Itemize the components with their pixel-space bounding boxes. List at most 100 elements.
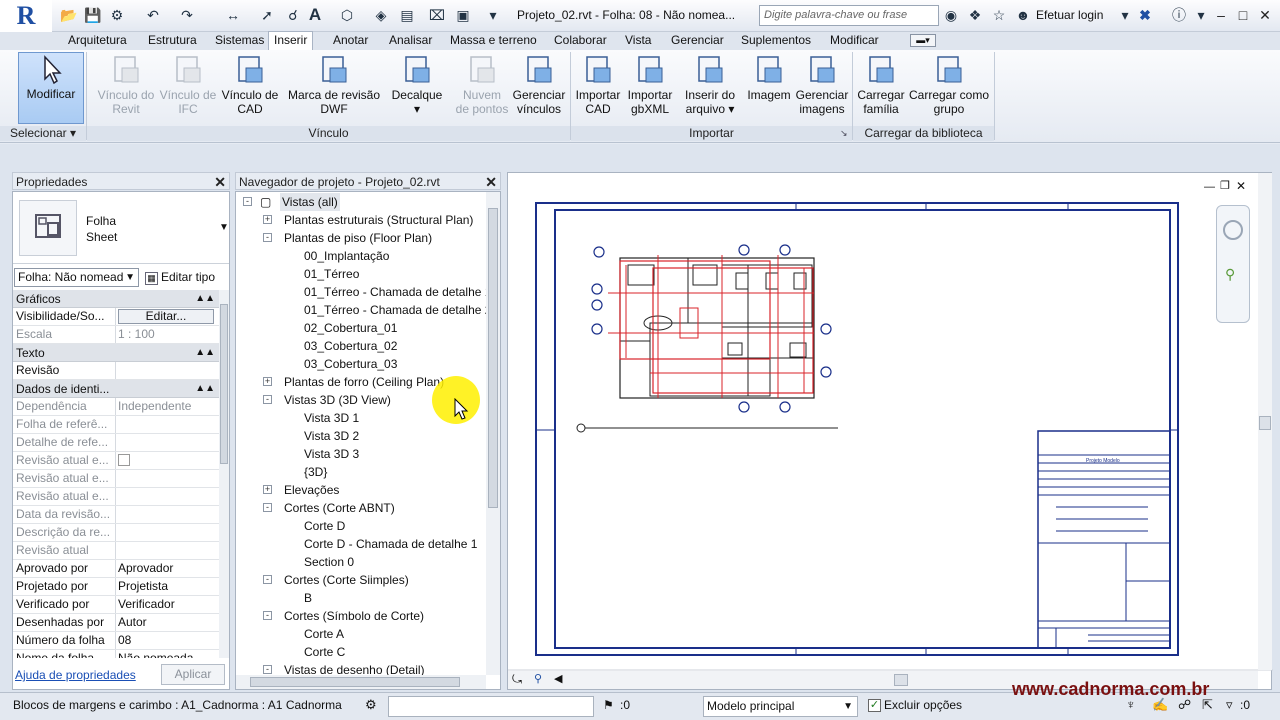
- open-icon[interactable]: 📂: [60, 6, 78, 24]
- canvas-hscroll-thumb[interactable]: [894, 674, 908, 686]
- redo-icon[interactable]: ↷: [178, 6, 196, 24]
- ribbon-button-import-gbxml[interactable]: Importar gbXML: [624, 54, 676, 124]
- save-icon[interactable]: 💾: [84, 6, 102, 24]
- browser-node[interactable]: 01_Térreo - Chamada de detalhe 1: [304, 283, 486, 301]
- browser-node[interactable]: Plantas estruturais (Structural Plan): [284, 211, 473, 229]
- ribbon-button-load-group[interactable]: Carregar como grupo: [906, 54, 992, 124]
- type-dropdown-icon[interactable]: ▼: [219, 222, 229, 233]
- filter-icon[interactable]: ▿: [1226, 697, 1233, 713]
- property-value[interactable]: Verificador: [115, 596, 219, 613]
- select-links-icon[interactable]: ♆: [1126, 697, 1136, 712]
- tab-anotar[interactable]: Anotar: [331, 32, 370, 50]
- browser-node[interactable]: {3D}: [304, 463, 327, 481]
- ribbon-button-revit-link[interactable]: Vínculo do Revit: [92, 54, 160, 124]
- collapse-icon[interactable]: -: [263, 395, 272, 404]
- undo-icon[interactable]: ↶: [144, 6, 162, 24]
- collapse-icon[interactable]: -: [263, 665, 272, 674]
- collapse-icon[interactable]: -: [243, 197, 252, 206]
- browser-node[interactable]: Elevações: [284, 481, 339, 499]
- browser-node[interactable]: Plantas de piso (Floor Plan): [284, 229, 432, 247]
- tag-icon[interactable]: ☌: [284, 6, 302, 24]
- expand-icon[interactable]: +: [263, 485, 272, 494]
- edit-visibility-button[interactable]: Editar...: [118, 309, 214, 324]
- browser-node[interactable]: Corte C: [304, 643, 345, 661]
- ribbon-button-decal[interactable]: Decalque ▾: [386, 54, 448, 124]
- ribbon-button-load-family[interactable]: Carregar família: [856, 54, 906, 124]
- search-input[interactable]: Digite palavra-chave ou frase: [759, 5, 939, 26]
- thin-lines-icon[interactable]: ▤: [398, 6, 416, 24]
- browser-node[interactable]: 03_Cobertura_03: [304, 355, 397, 373]
- section-icon[interactable]: ◈: [372, 6, 390, 24]
- browser-node[interactable]: Vistas (all): [280, 193, 340, 211]
- ribbon-display-toggle-icon[interactable]: ▬▾: [910, 34, 936, 47]
- browser-node[interactable]: Section 0: [304, 553, 354, 571]
- login-link[interactable]: Efetuar login: [1036, 8, 1103, 22]
- steering-wheel-icon[interactable]: [1223, 220, 1243, 240]
- help-dropdown-icon[interactable]: ▾: [1192, 6, 1210, 24]
- ribbon-button-point-cloud[interactable]: Nuvem de pontos: [452, 54, 512, 124]
- property-value[interactable]: Projetista: [115, 578, 219, 595]
- type-selector[interactable]: Folha Sheet ▼: [13, 192, 229, 264]
- ribbon-button-insert-file[interactable]: Inserir do arquivo ▾: [680, 54, 740, 124]
- browser-node[interactable]: Cortes (Corte ABNT): [284, 499, 395, 517]
- browser-node[interactable]: Corte D - Chamada de detalhe 1: [304, 535, 477, 553]
- browser-node[interactable]: Vistas 3D (3D View): [284, 391, 391, 409]
- properties-help-link[interactable]: Ajuda de propriedades: [15, 668, 136, 682]
- property-category[interactable]: Dados de identi... ▲▲: [13, 380, 219, 398]
- browser-node[interactable]: Corte D: [304, 517, 345, 535]
- collapse-icon[interactable]: -: [263, 233, 272, 242]
- view-control-icon[interactable]: ⤿: [512, 672, 522, 687]
- measure-icon[interactable]: ↔: [224, 6, 242, 24]
- user-icon[interactable]: ☻: [1014, 6, 1032, 24]
- browser-node[interactable]: Cortes (Símbolo de Corte): [284, 607, 424, 625]
- browser-node[interactable]: 01_Térreo - Chamada de detalhe 2: [304, 301, 486, 319]
- help-icon[interactable]: ⓘ: [1170, 6, 1188, 24]
- browser-vscrollbar[interactable]: [486, 192, 500, 675]
- design-option-select[interactable]: Modelo principal ▼: [703, 696, 858, 717]
- tab-estrutura[interactable]: Estrutura: [146, 32, 199, 50]
- ribbon-button-cad-link[interactable]: Vínculo de CAD: [218, 54, 282, 124]
- tab-modificar[interactable]: Modificar: [828, 32, 881, 50]
- expand-icon[interactable]: +: [263, 215, 272, 224]
- tab-arquitetura[interactable]: Arquitetura: [66, 32, 129, 50]
- maximize-icon[interactable]: □: [1232, 4, 1254, 26]
- hscroll-left-icon[interactable]: ◀: [554, 672, 562, 685]
- tab-suplementos[interactable]: Suplementos: [739, 32, 813, 50]
- browser-node[interactable]: 03_Cobertura_02: [304, 337, 397, 355]
- worksets-icon[interactable]: ⚙: [365, 697, 377, 713]
- exchange-apps-icon[interactable]: ✖: [1136, 6, 1154, 24]
- close-hidden-icon[interactable]: ⌧: [428, 6, 446, 24]
- edit-type-button[interactable]: ▦ Editar tipo: [145, 268, 215, 286]
- binoculars-icon[interactable]: ◉: [942, 6, 960, 24]
- browser-node[interactable]: Plantas de forro (Ceiling Plan): [284, 373, 444, 391]
- close-browser-icon[interactable]: ✕: [485, 173, 497, 191]
- switch-windows-icon[interactable]: ▣: [454, 6, 472, 24]
- close-icon[interactable]: ✕: [1254, 4, 1276, 26]
- collapse-icon[interactable]: ▲▲: [195, 290, 215, 308]
- select-by-face-icon[interactable]: ⇱: [1202, 697, 1213, 713]
- canvas-vscrollbar[interactable]: [1258, 173, 1272, 670]
- close-properties-icon[interactable]: ✕: [214, 173, 226, 191]
- customize-toolbar-icon[interactable]: ▾: [484, 6, 502, 24]
- tab-sistemas[interactable]: Sistemas: [213, 32, 266, 50]
- login-dropdown-icon[interactable]: ▾: [1116, 6, 1134, 24]
- browser-node[interactable]: Vista 3D 1: [304, 409, 359, 427]
- app-menu-button[interactable]: R: [0, 0, 52, 32]
- browser-node[interactable]: Vista 3D 2: [304, 427, 359, 445]
- ribbon-button-import-cad[interactable]: Importar CAD: [572, 54, 624, 124]
- subscription-icon[interactable]: ❖: [966, 6, 984, 24]
- browser-node[interactable]: B: [304, 589, 312, 607]
- instance-filter-select[interactable]: Folha: Não nomead ▼: [14, 268, 139, 287]
- favorites-star-icon[interactable]: ☆: [990, 6, 1008, 24]
- property-value[interactable]: [115, 362, 219, 379]
- collapse-icon[interactable]: ▲▲: [195, 380, 215, 398]
- tab-colaborar[interactable]: Colaborar: [552, 32, 609, 50]
- property-category[interactable]: Texto ▲▲: [13, 344, 219, 362]
- property-category[interactable]: Gráficos ▲▲: [13, 290, 219, 308]
- group-label-selecionar[interactable]: Selecionar ▾: [0, 126, 86, 141]
- browser-node[interactable]: Cortes (Corte Siimples): [284, 571, 409, 589]
- properties-scrollbar[interactable]: [219, 290, 229, 658]
- drawing-area[interactable]: — ❐ ✕ Projeto Modelo ⚲ ⤿ ⚲ ◀: [507, 172, 1273, 690]
- expand-icon[interactable]: +: [263, 377, 272, 386]
- sync-icon[interactable]: ⚙: [108, 6, 126, 24]
